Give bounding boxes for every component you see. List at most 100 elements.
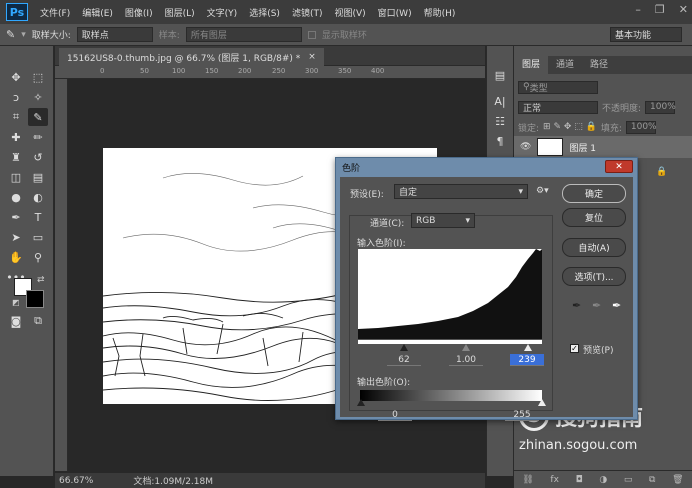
new-layer-icon[interactable]: ⧉ [649,475,655,485]
menu-view[interactable]: 视图(V) [328,6,371,19]
output-black-slider[interactable] [357,399,365,406]
gradient-tool-icon[interactable]: ▤ [28,168,48,186]
background-color-swatch[interactable] [26,290,44,308]
new-group-icon[interactable]: ▭ [624,475,633,485]
history-brush-tool-icon[interactable]: ↺ [28,148,48,166]
menu-select[interactable]: 选择(S) [243,6,286,19]
black-eyedropper-icon[interactable]: ✒ [572,299,581,312]
magic-wand-tool-icon[interactable]: ✧ [28,88,48,106]
sample-select[interactable]: 所有图层 [185,27,302,42]
menu-edit[interactable]: 编辑(E) [76,6,119,19]
marquee-tool-icon[interactable]: ⬚ [28,68,48,86]
history-panel-icon[interactable]: ▤ [490,66,510,84]
status-bar: 66.67% 文档:1.09M/2.18M [55,473,485,488]
photoshop-logo: Ps [6,3,28,21]
menu-help[interactable]: 帮助(H) [418,6,462,19]
options-button[interactable]: 选项(T)... [562,267,626,286]
preview-checkbox[interactable]: ✓ [570,344,579,353]
layer-name[interactable]: 图层 1 [569,141,596,154]
lock-icons[interactable]: ⊞ ✎ ✥ ⬚ 🔒 [543,122,597,132]
reset-button[interactable]: 复位 [562,208,626,227]
output-levels-label: 输出色阶(O): [357,378,411,388]
default-colors-icon[interactable]: ◩ [12,298,20,307]
ruler-tick: 100 [172,67,186,75]
type-tool-icon[interactable]: T [28,208,48,226]
healing-brush-tool-icon[interactable]: ✚ [6,128,26,146]
add-mask-icon[interactable]: ◘ [576,475,583,485]
lasso-tool-icon[interactable]: ↄ [6,88,26,106]
menu-type[interactable]: 文字(Y) [201,6,244,19]
channel-select[interactable]: RGB ▾ [411,213,475,228]
menu-filter[interactable]: 滤镜(T) [286,6,329,19]
clone-stamp-tool-icon[interactable]: ♜ [6,148,26,166]
menu-window[interactable]: 窗口(W) [372,6,418,19]
close-icon[interactable]: ✕ [605,160,633,173]
crop-tool-icon[interactable]: ⌗ [6,108,26,126]
menu-bar: Ps 文件(F) 编辑(E) 图像(I) 图层(L) 文字(Y) 选择(S) 滤… [0,0,692,24]
minimize-icon[interactable]: – [635,3,641,16]
zoom-tool-icon[interactable]: ⚲ [28,248,48,266]
zoom-level[interactable]: 66.67% [59,476,93,486]
workspace-select[interactable]: 基本功能 [610,27,682,42]
levels-dialog: 色阶 ✕ 预设(E): 自定 ▾ ⚙▾ 通道(C): RGB ▾ 输入色阶(I): … [335,157,638,421]
sample-size-select[interactable]: 取样点 [76,27,153,42]
auto-button[interactable]: 自动(A) [562,238,626,257]
input-gamma-slider[interactable] [462,344,470,351]
menu-image[interactable]: 图像(I) [119,6,159,19]
adjustment-layer-icon[interactable]: ◑ [599,475,607,485]
dodge-tool-icon[interactable]: ◐ [28,188,48,206]
screen-mode-icon[interactable]: ⧉ [28,312,48,330]
input-gamma-field[interactable]: 1.00 [449,354,483,366]
output-white-slider[interactable] [538,399,546,406]
blur-tool-icon[interactable]: ● [6,188,26,206]
gray-eyedropper-icon[interactable]: ✒ [592,299,601,312]
path-selection-tool-icon[interactable]: ➤ [6,228,26,246]
menu-file[interactable]: 文件(F) [34,6,76,19]
eyedropper-tool-icon[interactable]: ✎ [6,28,15,41]
white-eyedropper-icon[interactable]: ✒ [612,299,621,312]
tab-layers[interactable]: 图层 [514,56,549,74]
layer-style-icon[interactable]: fx [550,475,559,485]
preset-options-gear-icon[interactable]: ⚙▾ [536,186,549,196]
restore-icon[interactable]: ❐ [655,3,665,16]
tab-paths[interactable]: 路径 [582,56,616,74]
blend-mode-select[interactable]: 正常 [518,100,598,114]
eyedropper-tool-icon[interactable]: ✎ [28,108,48,126]
quick-mask-icon[interactable]: ◙ [6,312,26,330]
menu-layer[interactable]: 图层(L) [159,6,201,19]
histogram [358,249,542,339]
close-icon[interactable]: ✕ [679,3,688,16]
move-tool-icon[interactable]: ✥ [6,68,26,86]
output-white-field[interactable]: 255 [505,409,539,421]
output-black-field[interactable]: 0 [378,409,412,421]
hand-tool-icon[interactable]: ✋ [6,248,26,266]
delete-layer-icon[interactable]: 🗑 [672,475,683,485]
document-tab[interactable]: 15162US8-0.thumb.jpg @ 66.7% (图层 1, RGB/… [59,48,324,66]
ok-button[interactable]: 确定 [562,184,626,203]
brush-panel-icon[interactable]: ☷ [490,112,510,130]
pen-tool-icon[interactable]: ✒ [6,208,26,226]
character-panel-icon[interactable]: A| [490,92,510,110]
input-white-slider[interactable] [524,344,532,351]
dialog-titlebar[interactable]: 色阶 ✕ [336,158,637,176]
rectangle-tool-icon[interactable]: ▭ [28,228,48,246]
tool-preset-chevron-icon[interactable]: ▾ [21,30,26,40]
input-black-slider[interactable] [400,344,408,351]
fill-field[interactable]: 100% [625,120,657,134]
preset-label: 预设(E): [350,190,384,200]
opacity-field[interactable]: 100% [645,100,676,114]
eraser-tool-icon[interactable]: ◫ [6,168,26,186]
layer-row[interactable]: 👁 图层 1 [514,136,692,158]
input-black-field[interactable]: 62 [387,354,421,366]
link-layers-icon[interactable]: ⛓ [522,475,533,485]
preset-select[interactable]: 自定 ▾ [394,184,528,199]
swap-colors-icon[interactable]: ⇄ [37,275,45,285]
brush-tool-icon[interactable]: ✏ [28,128,48,146]
show-ring-checkbox[interactable] [307,30,316,39]
layer-filter-select[interactable]: ⚲ 类型 [518,80,598,94]
visibility-eye-icon[interactable]: 👁 [520,142,531,152]
input-white-field[interactable]: 239 [510,354,544,366]
close-tab-icon[interactable]: × [308,52,316,62]
paragraph-panel-icon[interactable]: ¶ [490,132,510,150]
tab-channels[interactable]: 通道 [548,56,582,74]
